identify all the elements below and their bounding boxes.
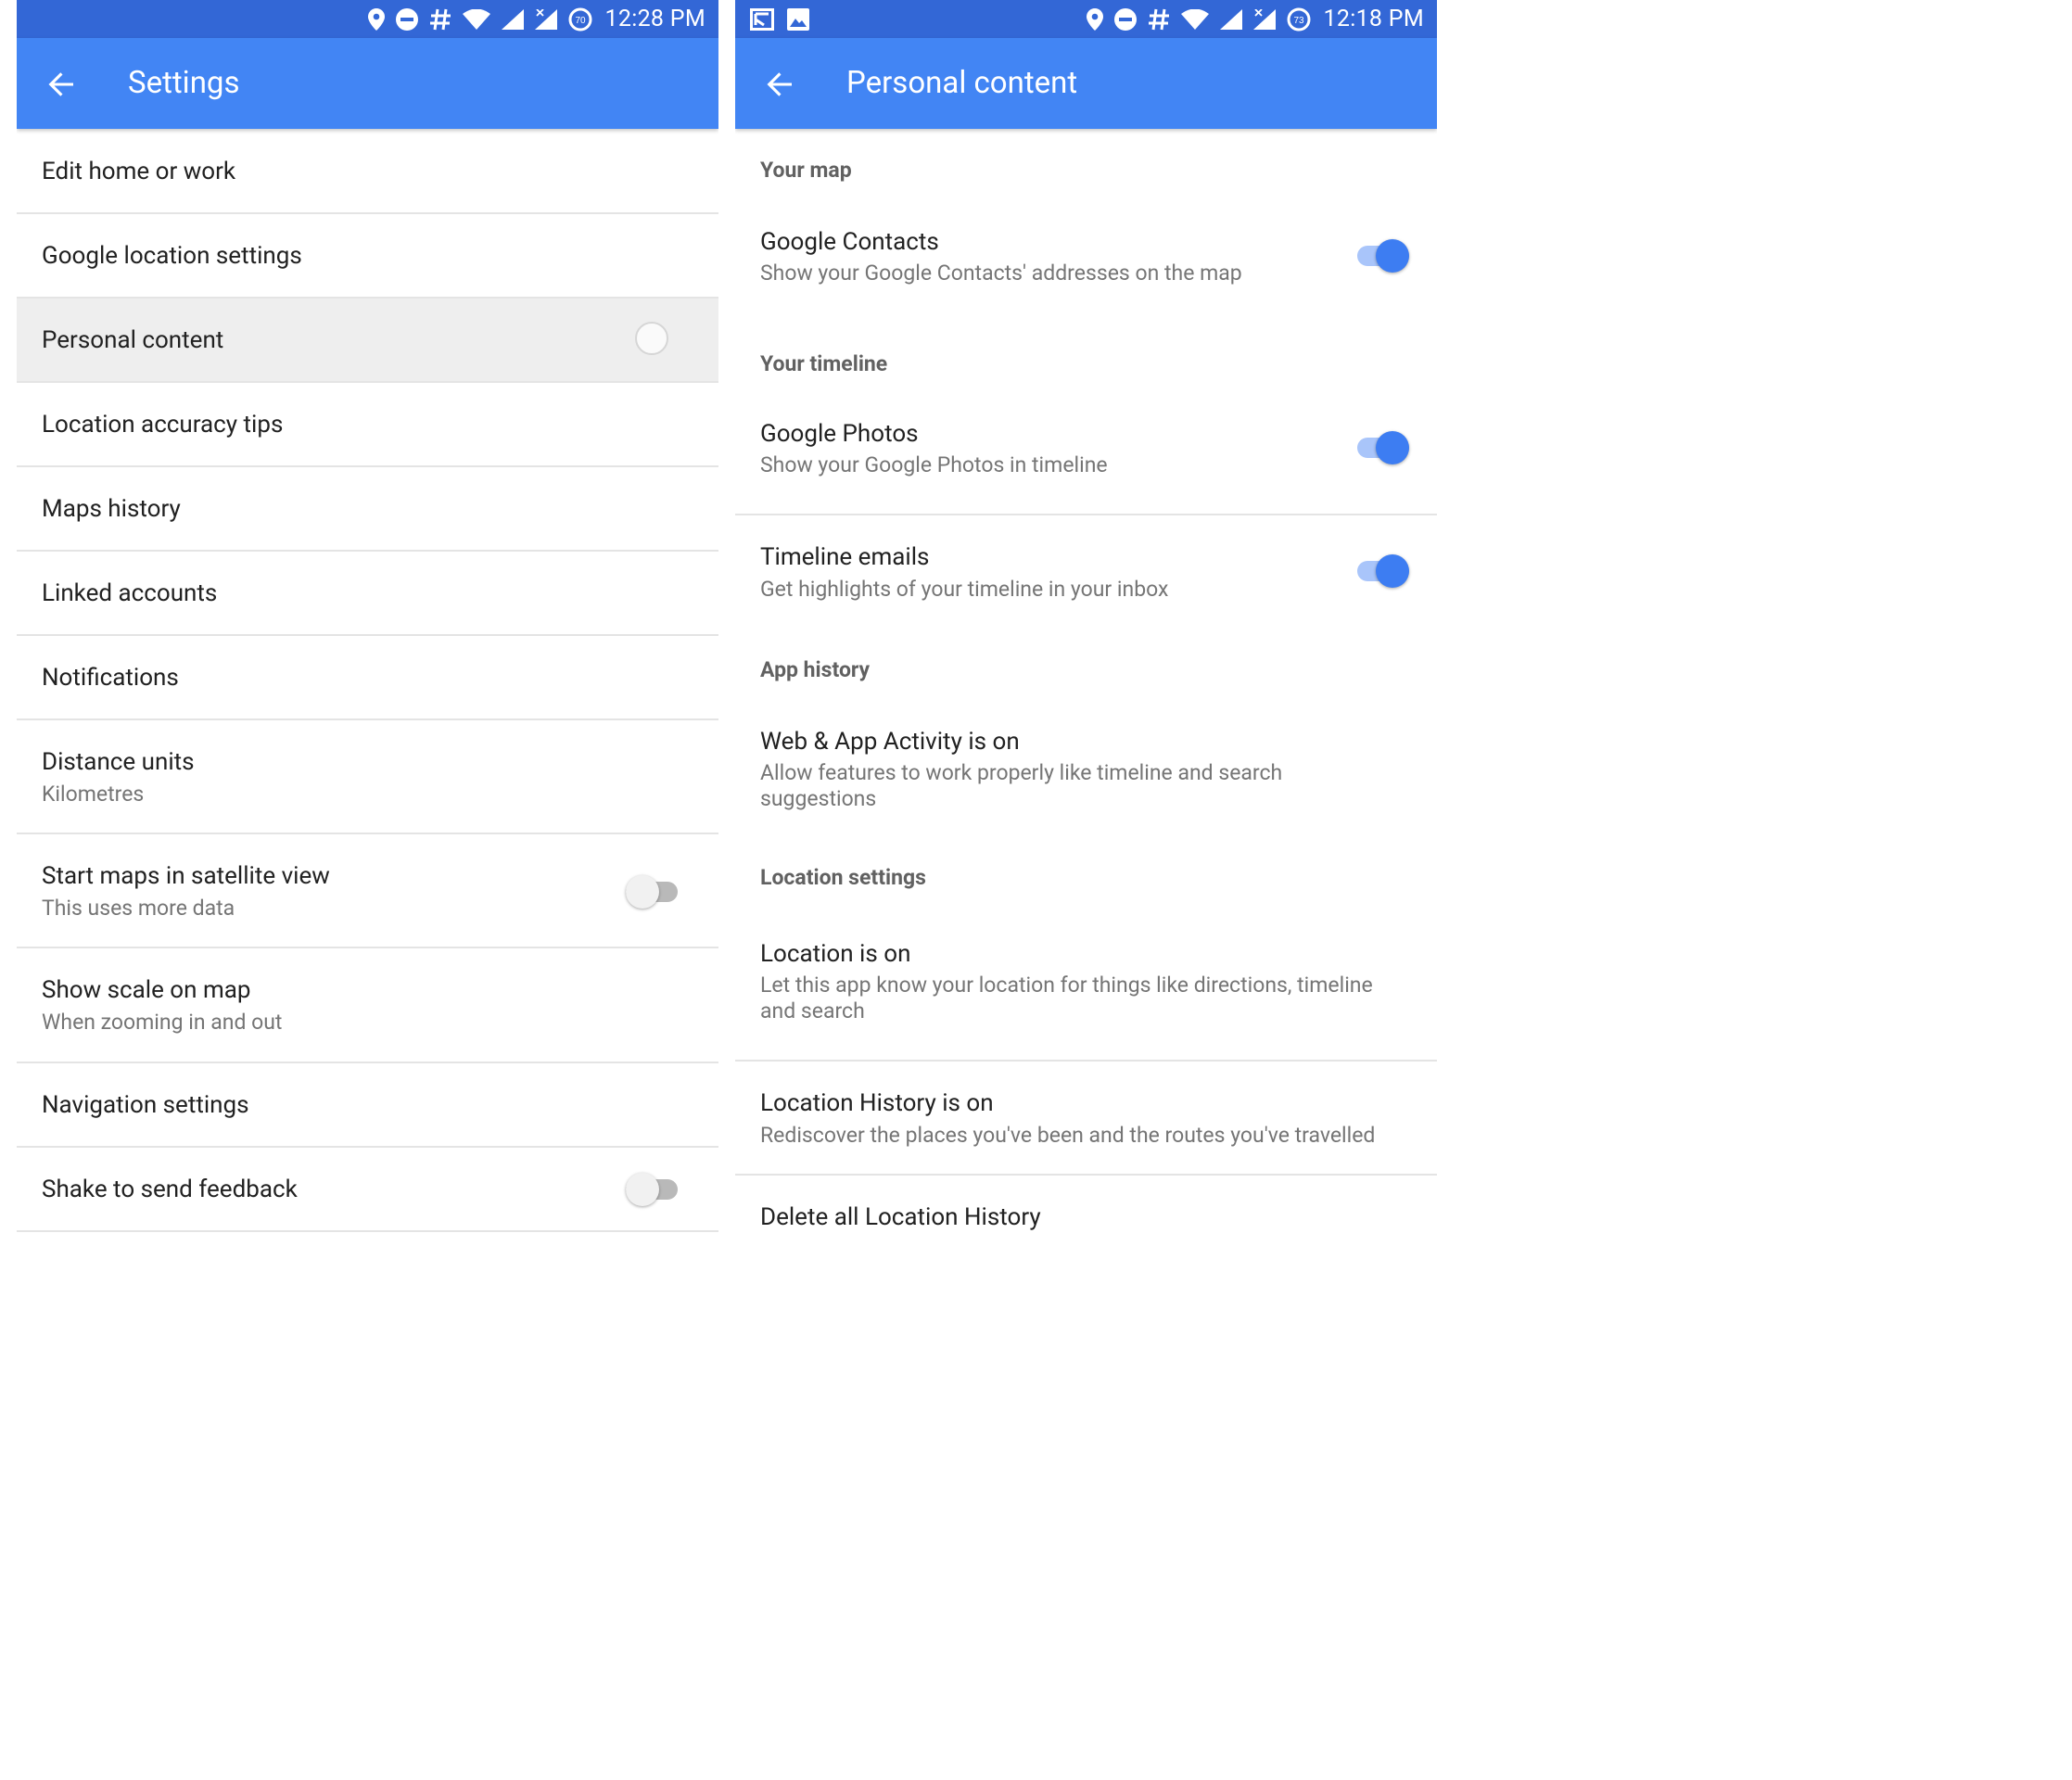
settings-item-label: Notifications xyxy=(42,664,179,692)
web-app-activity-item[interactable]: Web & App Activity is on Allow features … xyxy=(735,715,1437,854)
settings-item-google-location-settings[interactable]: Google location settings xyxy=(17,214,718,299)
hash-icon xyxy=(1148,7,1170,32)
location-on-item[interactable]: Location is on Let this app know your lo… xyxy=(735,934,1437,1062)
do-not-disturb-icon xyxy=(395,7,418,31)
settings-item-personal-content[interactable]: Personal content xyxy=(17,299,718,383)
page-title: Personal content xyxy=(846,65,1078,101)
section-header-location-settings: Location settings xyxy=(760,865,926,890)
signal-icon xyxy=(501,8,524,30)
status-bar: 73 12:18 PM xyxy=(735,0,1437,38)
toggle-thumb xyxy=(626,1173,659,1206)
item-description: Get highlights of your timeline in your … xyxy=(760,577,1169,602)
signal-no-data-icon xyxy=(534,8,557,30)
settings-item-maps-history[interactable]: Maps history xyxy=(17,467,718,552)
google-photos-toggle[interactable] xyxy=(1357,426,1411,469)
back-button[interactable] xyxy=(761,66,798,103)
personal-content-screen: 73 12:18 PM Personal content Your map Go… xyxy=(735,0,1437,1265)
item-title: Location is on xyxy=(760,940,911,968)
settings-list: Edit home or work Google location settin… xyxy=(17,131,718,1232)
item-title: Google Contacts xyxy=(760,228,939,256)
item-description: Show your Google Contacts' addresses on … xyxy=(760,261,1242,286)
settings-item-label: Edit home or work xyxy=(42,158,236,185)
settings-item-label: Google location settings xyxy=(42,242,302,270)
satellite-view-toggle[interactable] xyxy=(626,871,680,913)
toggle-thumb xyxy=(1376,431,1409,464)
item-description-line: Let this app know your location for thin… xyxy=(760,973,1373,998)
settings-item-linked-accounts[interactable]: Linked accounts xyxy=(17,552,718,636)
clock: 12:28 PM xyxy=(604,6,705,32)
section-header-app-history: App history xyxy=(760,657,871,682)
section-header-your-timeline: Your timeline xyxy=(760,351,888,376)
item-title: Google Photos xyxy=(760,420,919,448)
item-title: Web & App Activity is on xyxy=(760,728,1020,756)
item-title: Timeline emails xyxy=(760,543,930,571)
svg-text:73: 73 xyxy=(1293,16,1304,26)
clock: 12:18 PM xyxy=(1323,6,1424,32)
app-bar: Personal content xyxy=(735,38,1437,129)
toggle-thumb xyxy=(1376,239,1409,273)
settings-item-label: Location accuracy tips xyxy=(42,411,284,439)
item-description: Show your Google Photos in timeline xyxy=(760,452,1108,477)
item-description-line: suggestions xyxy=(760,786,877,811)
settings-item-distance-units[interactable]: Distance units Kilometres xyxy=(17,720,718,834)
hash-icon xyxy=(429,7,451,32)
page-title: Settings xyxy=(128,65,240,101)
item-title: Delete all Location History xyxy=(760,1203,1041,1231)
wifi-icon xyxy=(462,8,490,30)
settings-item-navigation-settings[interactable]: Navigation settings xyxy=(17,1063,718,1148)
settings-item-satellite-view[interactable]: Start maps in satellite view This uses m… xyxy=(17,834,718,948)
settings-item-value: Kilometres xyxy=(42,782,145,807)
settings-item-show-scale[interactable]: Show scale on map When zooming in and ou… xyxy=(17,948,718,1063)
signal-no-data-icon xyxy=(1252,8,1276,30)
settings-item-label: Show scale on map xyxy=(42,976,251,1004)
toggle-thumb xyxy=(626,875,659,909)
settings-screen: 70 12:28 PM Settings Edit home or work G… xyxy=(17,0,718,1265)
settings-item-label: Shake to send feedback xyxy=(42,1176,298,1203)
delete-location-history-item[interactable]: Delete all Location History xyxy=(735,1176,1437,1259)
wifi-icon xyxy=(1180,8,1209,30)
google-contacts-toggle[interactable] xyxy=(1357,235,1411,277)
personal-content-list: Your map Google Contacts Show your Googl… xyxy=(735,131,1437,1259)
toggle-thumb xyxy=(1376,554,1409,588)
location-history-item[interactable]: Location History is on Rediscover the pl… xyxy=(735,1062,1437,1176)
image-icon xyxy=(787,7,809,31)
settings-item-label: Distance units xyxy=(42,748,195,776)
settings-item-shake-to-send-feedback[interactable]: Shake to send feedback xyxy=(17,1148,718,1232)
timeline-emails-toggle[interactable] xyxy=(1357,550,1411,592)
settings-item-label: Linked accounts xyxy=(42,579,218,607)
app-bar: Settings xyxy=(17,38,718,129)
timeline-emails-item[interactable]: Timeline emails Get highlights of your t… xyxy=(735,515,1437,634)
settings-item-notifications[interactable]: Notifications xyxy=(17,636,718,720)
shake-feedback-toggle[interactable] xyxy=(626,1168,680,1211)
settings-item-label: Maps history xyxy=(42,495,181,523)
arrow-back-icon xyxy=(48,72,73,96)
google-contacts-item[interactable]: Google Contacts Show your Google Contact… xyxy=(735,214,1437,324)
settings-item-label: Start maps in satellite view xyxy=(42,862,330,890)
cast-screen-icon xyxy=(750,7,774,31)
item-title: Location History is on xyxy=(760,1089,994,1117)
back-button[interactable] xyxy=(43,66,80,103)
item-description-line: and search xyxy=(760,998,865,1024)
location-pin-icon xyxy=(367,7,385,31)
status-bar: 70 12:28 PM xyxy=(17,0,718,38)
svg-text:70: 70 xyxy=(575,16,586,26)
signal-icon xyxy=(1219,8,1242,30)
settings-item-edit-home-or-work[interactable]: Edit home or work xyxy=(17,131,718,214)
do-not-disturb-icon xyxy=(1113,7,1137,31)
settings-item-label: Navigation settings xyxy=(42,1091,249,1119)
location-pin-icon xyxy=(1086,7,1103,31)
section-header-your-map: Your map xyxy=(760,158,852,183)
touch-ripple-indicator xyxy=(635,322,668,355)
google-photos-item[interactable]: Google Photos Show your Google Photos in… xyxy=(735,406,1437,515)
item-description: Rediscover the places you've been and th… xyxy=(760,1123,1376,1148)
arrow-back-icon xyxy=(767,72,792,96)
settings-item-description: When zooming in and out xyxy=(42,1010,283,1035)
settings-item-location-accuracy-tips[interactable]: Location accuracy tips xyxy=(17,383,718,467)
battery-saver-icon: 73 xyxy=(1287,7,1311,32)
settings-item-label: Personal content xyxy=(42,326,224,354)
battery-saver-icon: 70 xyxy=(568,7,592,32)
settings-item-description: This uses more data xyxy=(42,896,235,921)
item-description-line: Allow features to work properly like tim… xyxy=(760,760,1283,785)
